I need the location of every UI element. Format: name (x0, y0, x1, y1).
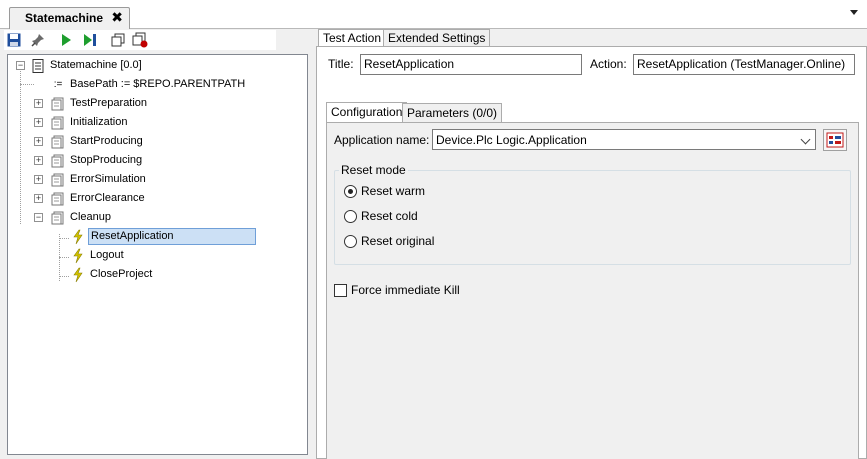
toolbar (4, 30, 276, 50)
force-kill-checkbox-row[interactable]: Force immediate Kill (334, 283, 460, 297)
tree-item-label: ErrorClearance (70, 192, 145, 204)
expand-icon[interactable]: + (34, 137, 43, 146)
force-kill-checkbox[interactable] (334, 283, 347, 297)
configuration-panel: Application name: Device.Plc Logic.Appli… (326, 122, 859, 459)
action-input[interactable]: ResetApplication (TestManager.Online) (633, 54, 855, 75)
tree-item-state[interactable]: StopProducing (50, 152, 144, 169)
reset-mode-group: Reset mode Reset warm Reset cold Reset o… (334, 163, 851, 265)
tree-connector (20, 69, 21, 224)
collapse-icon[interactable]: − (16, 61, 25, 70)
tree-item-action-selected[interactable]: ResetApplication (70, 228, 256, 245)
tree-item-root[interactable]: Statemachine [0.0] (30, 57, 144, 74)
force-kill-label: Force immediate Kill (351, 283, 460, 297)
radio-label: Reset warm (361, 184, 426, 198)
application-name-value: Device.Plc Logic.Application (436, 133, 587, 147)
expand-icon[interactable]: + (34, 118, 43, 127)
document-tab-strip: Statemachine ✖ (0, 0, 867, 29)
radio-reset-warm[interactable]: Reset warm (344, 184, 425, 198)
expand-icon[interactable]: + (34, 175, 43, 184)
radio-button[interactable] (344, 234, 357, 248)
tree-item-state[interactable]: ErrorClearance (50, 190, 147, 207)
tab-test-action[interactable]: Test Action (318, 29, 387, 47)
close-icon[interactable]: ✖ (111, 9, 123, 26)
tree-item-label: CloseProject (90, 268, 153, 280)
state-icon (50, 115, 66, 131)
radio-label: Reset cold (361, 209, 418, 223)
statemachine-tree[interactable]: − Statemachine [0.0] := BasePath := $REP… (7, 54, 308, 455)
reset-mode-legend: Reset mode (339, 163, 408, 177)
tree-connector (20, 84, 34, 85)
tree-connector (59, 257, 69, 258)
tree-item-label: BasePath := $REPO.PARENTPATH (70, 78, 246, 90)
tree-item-label: ErrorSimulation (70, 173, 146, 185)
tree-item-state[interactable]: StartProducing (50, 133, 145, 150)
state-icon (50, 191, 66, 207)
browse-icon (826, 132, 844, 148)
tree-item-label: StopProducing (70, 154, 143, 166)
tree-item-label: StartProducing (70, 135, 143, 147)
expand-icon[interactable]: + (34, 156, 43, 165)
copy-icon[interactable] (110, 32, 126, 48)
tree-connector (59, 276, 69, 277)
tree-item-label: Statemachine [0.0] (50, 59, 142, 71)
tree-item-state[interactable]: Initialization (50, 114, 129, 131)
radio-reset-cold[interactable]: Reset cold (344, 209, 418, 223)
browse-application-button[interactable] (823, 129, 847, 151)
run-icon[interactable] (58, 32, 74, 48)
tree-item-label: Initialization (70, 116, 128, 128)
radio-label: Reset original (361, 234, 435, 248)
tree-item-action[interactable]: CloseProject (70, 266, 154, 283)
chevron-down-icon (800, 134, 811, 145)
test-action-panel: Title: ResetApplication Action: ResetApp… (316, 46, 867, 459)
application-name-select[interactable]: Device.Plc Logic.Application (432, 129, 816, 150)
tree-item-state[interactable]: TestPreparation (50, 95, 149, 112)
tab-statemachine[interactable]: Statemachine ✖ (9, 7, 130, 29)
document-icon (30, 58, 46, 74)
collapse-icon[interactable]: − (34, 213, 43, 222)
radio-button[interactable] (344, 209, 357, 223)
pin-icon[interactable] (30, 32, 46, 48)
breakpoint-icon[interactable] (132, 32, 148, 48)
action-label: Action: (590, 57, 627, 71)
action-icon (70, 229, 86, 245)
tree-item-label: Cleanup (70, 211, 111, 223)
statemachine-pane: − Statemachine [0.0] := BasePath := $REP… (0, 29, 312, 459)
test-action-pane: Test Action Extended Settings Title: Res… (316, 29, 867, 459)
title-label: Title: (328, 57, 354, 71)
tab-parameters[interactable]: Parameters (0/0) (402, 103, 503, 123)
tree-connector (59, 238, 69, 239)
tree-item-label: TestPreparation (70, 97, 148, 109)
tab-configuration[interactable]: Configuration (326, 102, 408, 123)
tree-item-label: Logout (90, 249, 124, 261)
title-input[interactable]: ResetApplication (360, 54, 582, 75)
state-icon (50, 172, 66, 188)
radio-button-checked[interactable] (344, 184, 357, 198)
action-icon (70, 267, 86, 283)
state-icon (50, 96, 66, 112)
tree-item-action[interactable]: Logout (70, 247, 126, 264)
save-icon[interactable] (6, 32, 22, 48)
step-icon[interactable] (82, 32, 98, 48)
tab-statemachine-label: Statemachine (25, 11, 104, 25)
tree-item-label: ResetApplication (88, 228, 256, 245)
state-icon (50, 210, 66, 226)
assignment-icon: := (53, 79, 63, 90)
state-icon (50, 153, 66, 169)
expand-icon[interactable]: + (34, 194, 43, 203)
chevron-down-icon[interactable] (850, 10, 858, 15)
tree-item-state[interactable]: ErrorSimulation (50, 171, 148, 188)
expand-icon[interactable]: + (34, 99, 43, 108)
tree-item-basepath[interactable]: := BasePath := $REPO.PARENTPATH (50, 76, 247, 93)
application-name-label: Application name: (334, 133, 430, 147)
tab-extended-settings[interactable]: Extended Settings (383, 29, 491, 47)
action-icon (70, 248, 86, 264)
radio-reset-original[interactable]: Reset original (344, 234, 434, 248)
tree-item-state[interactable]: Cleanup (50, 209, 113, 226)
state-icon (50, 134, 66, 150)
